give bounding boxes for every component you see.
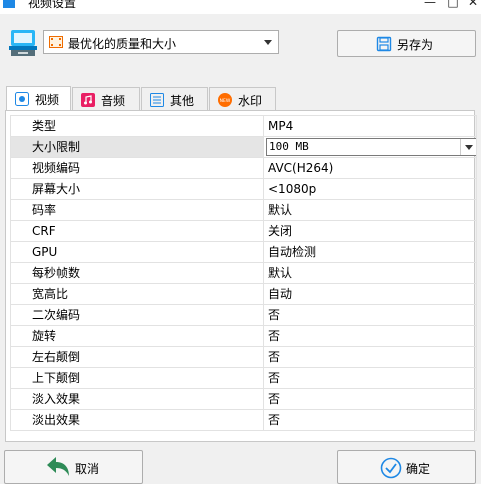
preset-selected-value: 最优化的质量和大小 [68, 37, 177, 51]
property-value[interactable]: MP4 [263, 115, 477, 137]
property-value[interactable]: 自动 [263, 283, 477, 305]
tab-other-label: 其他 [170, 94, 195, 108]
property-key: CRF [10, 220, 264, 242]
property-row[interactable]: 二次编码否 [10, 304, 477, 326]
property-grid: 类型 MP4 大小限制 100 MB 视频编码 AVC(H264) 屏幕大小 <1080p 码率… [10, 115, 477, 431]
property-row[interactable]: 大小限制 100 MB [10, 136, 477, 158]
video-icon [15, 92, 29, 106]
property-row[interactable]: 上下颠倒否 [10, 367, 477, 389]
list-icon [150, 93, 164, 107]
property-value[interactable]: 默认 [263, 199, 477, 221]
save-as-button[interactable]: 另存为 [337, 30, 476, 57]
ok-label: 确定 [406, 462, 431, 476]
property-key: 屏幕大小 [10, 178, 264, 200]
property-value[interactable]: 关闭 [263, 220, 477, 242]
property-key: 淡入效果 [10, 388, 264, 410]
tab-audio-label: 音频 [101, 94, 126, 108]
minimize-button[interactable]: — [420, 0, 440, 11]
property-row[interactable]: 视频编码 AVC(H264) [10, 157, 477, 179]
undo-arrow-icon [47, 457, 69, 476]
app-icon [3, 0, 15, 8]
size-limit-combobox[interactable]: 100 MB [266, 138, 476, 156]
property-key: 类型 [10, 115, 264, 137]
property-key: GPU [10, 241, 264, 263]
cancel-button[interactable]: 取消 [4, 450, 143, 484]
size-limit-cell[interactable]: 100 MB [263, 136, 477, 158]
property-key: 宽高比 [10, 283, 264, 305]
property-key: 大小限制 [10, 136, 264, 158]
property-key: 淡出效果 [10, 409, 264, 431]
property-row[interactable]: 淡入效果否 [10, 388, 477, 410]
property-key: 左右颠倒 [10, 346, 264, 368]
property-value[interactable]: 否 [263, 325, 477, 347]
property-value[interactable]: 否 [263, 346, 477, 368]
new-badge-icon: NEW [218, 93, 232, 107]
property-key: 每秒帧数 [10, 262, 264, 284]
property-value[interactable]: <1080p [263, 178, 477, 200]
title-bar: 视频设置 — □ ✕ [0, 0, 481, 14]
window-title: 视频设置 [28, 0, 77, 10]
dropdown-arrow-icon[interactable] [460, 139, 476, 155]
property-row[interactable]: 屏幕大小 <1080p [10, 178, 477, 200]
close-button[interactable]: ✕ [463, 0, 481, 11]
property-row[interactable]: 旋转否 [10, 325, 477, 347]
property-value[interactable]: AVC(H264) [263, 157, 477, 179]
property-value[interactable]: 否 [263, 367, 477, 389]
cancel-label: 取消 [75, 462, 100, 476]
film-icon [49, 36, 63, 48]
property-key: 二次编码 [10, 304, 264, 326]
size-limit-value: 100 MB [269, 140, 309, 153]
property-row[interactable]: 码率 默认 [10, 199, 477, 221]
property-key: 上下颠倒 [10, 367, 264, 389]
preset-dropdown[interactable]: 最优化的质量和大小 [43, 30, 279, 54]
music-icon [81, 93, 95, 107]
property-row[interactable]: 类型 MP4 [10, 115, 477, 137]
property-row[interactable]: 淡出效果否 [10, 409, 477, 431]
property-value[interactable]: 否 [263, 388, 477, 410]
save-icon [376, 36, 392, 52]
property-value[interactable]: 否 [263, 304, 477, 326]
property-panel: 类型 MP4 大小限制 100 MB 视频编码 AVC(H264) 屏幕大小 <1080p 码率… [5, 110, 477, 442]
property-row[interactable]: 宽高比 自动 [10, 283, 477, 305]
maximize-button[interactable]: □ [443, 0, 463, 11]
property-key: 视频编码 [10, 157, 264, 179]
property-value[interactable]: 否 [263, 409, 477, 431]
tab-watermark-label: 水印 [238, 94, 263, 108]
tab-audio[interactable]: 音频 [72, 87, 140, 111]
property-value[interactable]: 自动检测 [263, 241, 477, 263]
property-row[interactable]: 每秒帧数 默认 [10, 262, 477, 284]
tab-video-label: 视频 [35, 93, 60, 107]
property-key: 旋转 [10, 325, 264, 347]
property-row[interactable]: CRF 关闭 [10, 220, 477, 242]
property-key: 码率 [10, 199, 264, 221]
chevron-down-icon [264, 40, 272, 45]
tab-video[interactable]: 视频 [6, 86, 71, 112]
save-as-label: 另存为 [397, 38, 434, 52]
new-badge-text: NEW [220, 98, 231, 104]
tab-watermark[interactable]: NEW 水印 [209, 87, 276, 111]
ok-button[interactable]: 确定 [337, 450, 476, 484]
property-row[interactable]: GPU 自动检测 [10, 241, 477, 263]
check-circle-icon [380, 457, 402, 479]
tab-other[interactable]: 其他 [141, 87, 208, 111]
preset-icon [9, 30, 37, 56]
property-value[interactable]: 默认 [263, 262, 477, 284]
property-row[interactable]: 左右颠倒否 [10, 346, 477, 368]
